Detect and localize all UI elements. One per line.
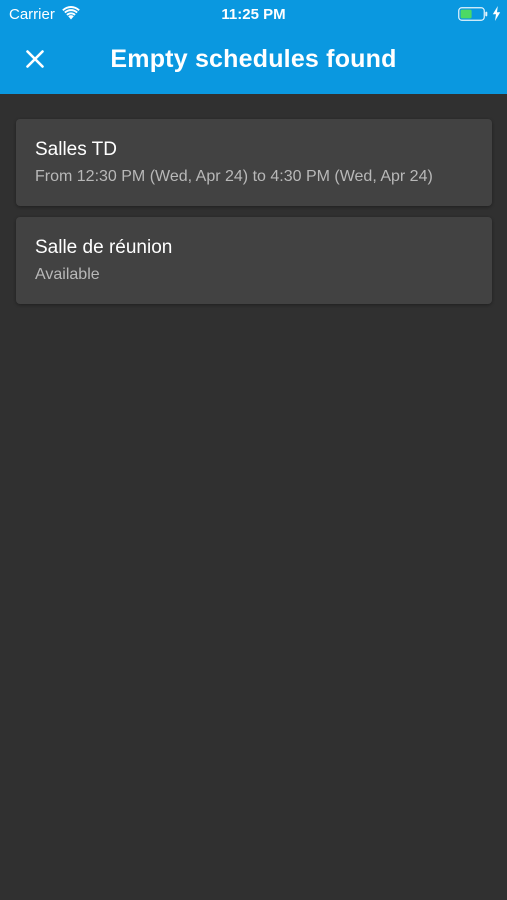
room-card-salles-td[interactable]: Salles TD From 12:30 PM (Wed, Apr 24) to… <box>16 119 492 206</box>
status-bar: Carrier 11:25 PM <box>0 0 507 28</box>
status-time: 11:25 PM <box>221 6 286 23</box>
room-list: Salles TD From 12:30 PM (Wed, Apr 24) to… <box>16 119 492 315</box>
room-name: Salle de réunion <box>35 237 173 258</box>
room-card-salle-de-reunion[interactable]: Salle de réunion Available <box>16 217 492 304</box>
charging-bolt-icon <box>492 6 501 21</box>
page-title: Empty schedules found <box>110 45 397 73</box>
room-availability: Available <box>35 266 100 283</box>
app-bar: Empty schedules found <box>0 28 507 94</box>
room-availability: From 12:30 PM (Wed, Apr 24) to 4:30 PM (… <box>35 168 433 185</box>
header: Carrier 11:25 PM Empty schedules found <box>0 0 507 94</box>
room-name: Salles TD <box>35 139 118 160</box>
battery-icon <box>458 7 488 21</box>
